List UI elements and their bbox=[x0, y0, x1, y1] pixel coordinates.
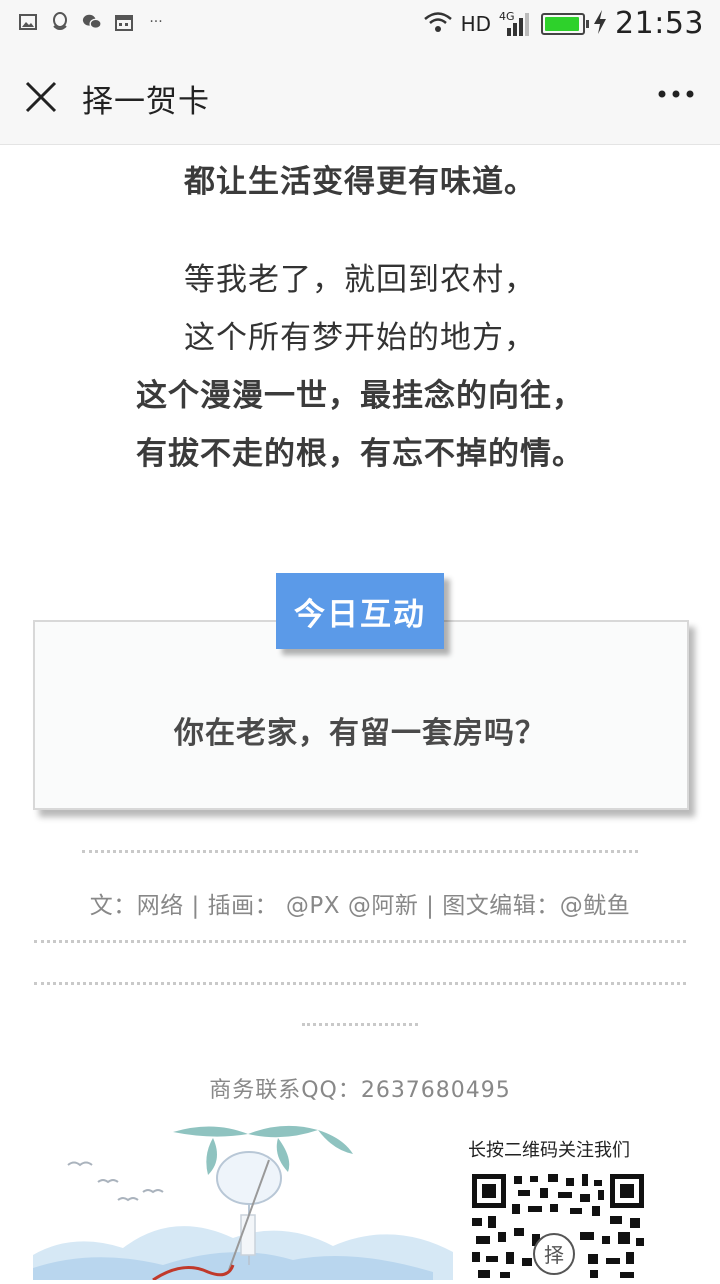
qr-caption: 长按二维码关注我们 bbox=[468, 1140, 630, 1161]
article-line-2: 等我老了，就回到农村， bbox=[184, 262, 536, 298]
nav-bar: 择一贺卡 bbox=[0, 50, 720, 145]
signal-icon: 4G bbox=[499, 10, 533, 38]
page-title: 择一贺卡 bbox=[82, 84, 210, 120]
interaction-question: 你在老家，有留一套房吗？ bbox=[174, 716, 546, 751]
article-line-5: 有拔不走的根，有忘不掉的情。 bbox=[136, 436, 584, 472]
divider-dotted bbox=[34, 982, 686, 985]
wechat-icon bbox=[82, 12, 102, 32]
qr-code[interactable]: 择 bbox=[470, 1172, 646, 1280]
credits-text: 文：网络 | 插画： @PX @阿新 | 图文编辑：@鱿鱼 bbox=[89, 893, 631, 919]
divider-dotted bbox=[34, 940, 686, 943]
article-line-1: 都让生活变得更有味道。 bbox=[184, 164, 536, 200]
close-icon[interactable] bbox=[22, 78, 60, 116]
network-type: HD bbox=[460, 11, 492, 36]
article-line-3: 这个所有梦开始的地方， bbox=[184, 320, 536, 356]
battery-icon bbox=[541, 12, 590, 35]
status-indicators: HD 4G 21:53 bbox=[423, 6, 704, 41]
business-contact: 商务联系QQ：2637680495 bbox=[209, 1078, 511, 1103]
status-bar: ··· HD 4G 21:53 bbox=[0, 0, 720, 50]
charging-icon bbox=[593, 9, 607, 39]
image-icon bbox=[18, 12, 38, 32]
clock: 21:53 bbox=[615, 6, 704, 41]
interaction-badge: 今日互动 bbox=[276, 573, 444, 649]
divider-dotted bbox=[82, 850, 638, 853]
notification-icons: ··· bbox=[18, 12, 166, 32]
article-line-4: 这个漫漫一世，最挂念的向往， bbox=[136, 378, 584, 414]
more-notifications-icon: ··· bbox=[149, 14, 163, 30]
svg-text:择: 择 bbox=[544, 1243, 564, 1267]
calendar-icon bbox=[114, 12, 134, 32]
qq-icon bbox=[50, 12, 70, 32]
wifi-icon bbox=[423, 11, 453, 37]
more-options-icon[interactable] bbox=[656, 84, 696, 104]
divider-dotted-short bbox=[302, 1023, 418, 1026]
